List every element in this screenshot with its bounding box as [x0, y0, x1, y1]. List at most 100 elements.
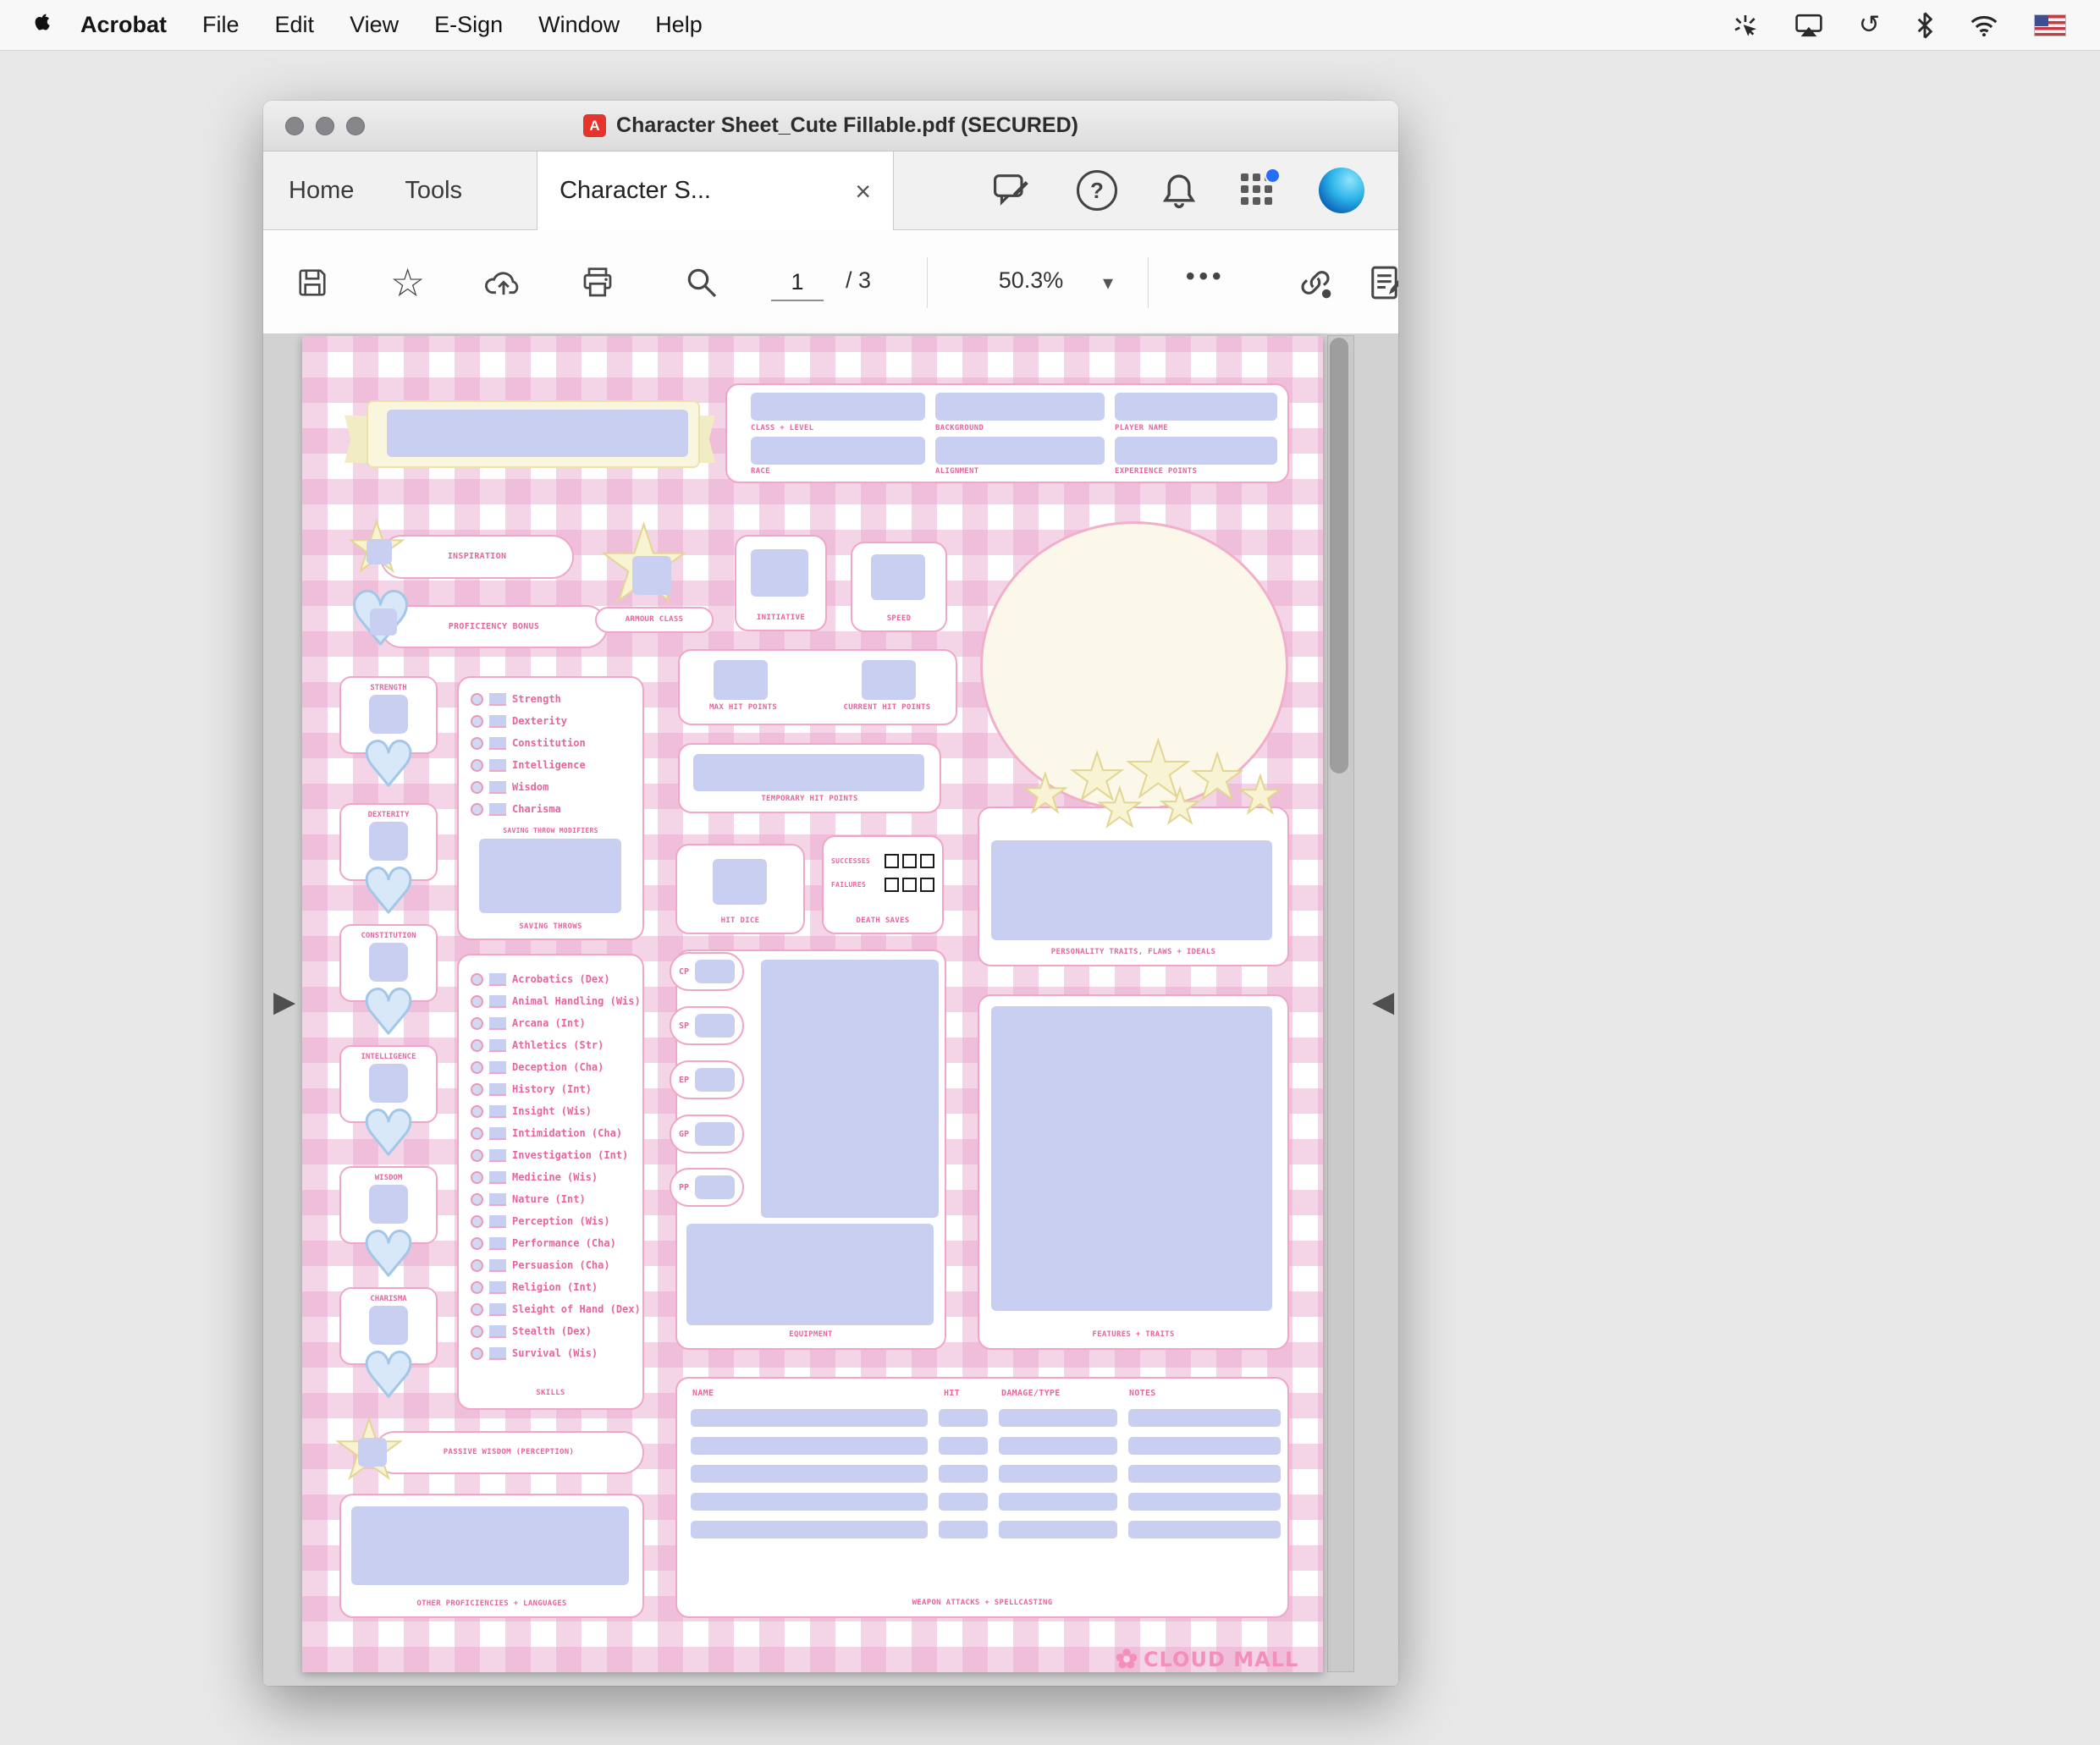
modifier-box[interactable] — [489, 1236, 506, 1250]
modifier-box[interactable] — [489, 972, 506, 986]
initiative-field[interactable] — [751, 549, 808, 597]
armour-class-field[interactable] — [632, 556, 671, 595]
skill-row[interactable]: Insight (Wis) — [471, 1100, 639, 1122]
proficiency-circle[interactable] — [471, 1346, 483, 1360]
weapon-name-field[interactable] — [691, 1437, 928, 1455]
print-icon[interactable] — [581, 267, 615, 299]
menu-view[interactable]: View — [332, 12, 416, 38]
proficiency-circle[interactable] — [471, 1324, 483, 1338]
gp-field[interactable] — [695, 1122, 735, 1146]
proficiency-circle[interactable] — [471, 780, 483, 794]
cursor-rays-icon[interactable] — [1732, 12, 1759, 39]
proficiency-circle[interactable] — [471, 1038, 483, 1052]
fill-sign-icon[interactable] — [1370, 264, 1398, 301]
search-icon[interactable] — [685, 266, 719, 300]
weapon-hit-field[interactable] — [939, 1493, 988, 1511]
skill-row[interactable]: Religion (Int) — [471, 1276, 639, 1298]
feedback-icon[interactable] — [992, 172, 1033, 209]
right-panel-toggle-icon[interactable]: ◀ — [1372, 985, 1394, 1019]
failure-checkbox[interactable] — [902, 878, 917, 892]
weapon-name-field[interactable] — [691, 1493, 928, 1511]
skill-row[interactable]: Sleight of Hand (Dex) — [471, 1298, 641, 1320]
race-field[interactable] — [751, 437, 925, 465]
apps-grid-icon[interactable] — [1241, 168, 1281, 207]
skill-row[interactable]: Stealth (Dex) — [471, 1320, 639, 1342]
character-name-field[interactable] — [387, 410, 688, 457]
airplay-icon[interactable] — [1794, 13, 1823, 38]
modifier-box[interactable] — [489, 1104, 506, 1118]
weapon-notes-field[interactable] — [1128, 1465, 1281, 1483]
tab-tools[interactable]: Tools — [379, 151, 488, 229]
minimize-window-button[interactable] — [316, 116, 334, 135]
weapon-notes-field[interactable] — [1128, 1437, 1281, 1455]
modifier-box[interactable] — [489, 714, 506, 728]
saving-throw-row[interactable]: Dexterity — [471, 710, 636, 732]
proficiency-circle[interactable] — [471, 994, 483, 1008]
proficiency-circle[interactable] — [471, 1148, 483, 1162]
help-icon[interactable]: ? — [1077, 170, 1117, 211]
left-panel-toggle-icon[interactable]: ▶ — [273, 985, 295, 1019]
skill-row[interactable]: Persuasion (Cha) — [471, 1254, 639, 1276]
class-level-field[interactable] — [751, 393, 925, 421]
weapon-hit-field[interactable] — [939, 1521, 988, 1539]
experience-points-field[interactable] — [1115, 437, 1277, 465]
wifi-icon[interactable] — [1970, 14, 1998, 36]
save-icon[interactable] — [296, 267, 328, 299]
proficiency-circle[interactable] — [471, 1016, 483, 1030]
skill-row[interactable]: Athletics (Str) — [471, 1034, 639, 1056]
weapon-name-field[interactable] — [691, 1409, 928, 1427]
success-checkbox[interactable] — [902, 854, 917, 868]
apple-menu[interactable] — [22, 12, 63, 38]
menu-acrobat[interactable]: Acrobat — [63, 12, 185, 38]
proficiency-circle[interactable] — [471, 1236, 483, 1250]
weapon-name-field[interactable] — [691, 1465, 928, 1483]
more-tools-icon[interactable]: ••• — [1186, 262, 1226, 291]
saving-throw-row[interactable]: Strength — [471, 688, 636, 710]
skill-row[interactable]: Perception (Wis) — [471, 1210, 639, 1232]
equipment-extra-field[interactable] — [686, 1224, 934, 1325]
menu-help[interactable]: Help — [637, 12, 720, 38]
modifier-box[interactable] — [489, 1126, 506, 1140]
skill-row[interactable]: Survival (Wis) — [471, 1342, 639, 1364]
close-window-button[interactable] — [285, 116, 304, 135]
share-link-icon[interactable] — [1298, 265, 1333, 300]
skill-row[interactable]: Investigation (Int) — [471, 1144, 639, 1166]
features-field[interactable] — [991, 1006, 1272, 1311]
page-number-input[interactable]: 1 — [771, 264, 824, 301]
hit-dice-field[interactable] — [713, 859, 767, 905]
tab-document[interactable]: Character S... × — [537, 151, 895, 230]
modifier-box[interactable] — [489, 1016, 506, 1030]
alignment-field[interactable] — [935, 437, 1105, 465]
us-flag-input-source-icon[interactable] — [2034, 14, 2066, 36]
modifier-box[interactable] — [489, 1302, 506, 1316]
skill-row[interactable]: Animal Handling (Wis) — [471, 990, 641, 1012]
skill-row[interactable]: Medicine (Wis) — [471, 1166, 639, 1188]
skill-row[interactable]: History (Int) — [471, 1078, 639, 1100]
modifier-box[interactable] — [489, 1280, 506, 1294]
proficiency-circle[interactable] — [471, 1214, 483, 1228]
modifier-box[interactable] — [489, 1148, 506, 1162]
proficiency-circle[interactable] — [471, 1104, 483, 1118]
proficiency-circle[interactable] — [471, 1082, 483, 1096]
weapon-notes-field[interactable] — [1128, 1521, 1281, 1539]
modifier-box[interactable] — [489, 1060, 506, 1074]
menu-esign[interactable]: E-Sign — [416, 12, 521, 38]
proficiency-circle[interactable] — [471, 972, 483, 986]
notifications-bell-icon[interactable] — [1161, 172, 1197, 209]
saving-throw-row[interactable]: Charisma — [471, 798, 636, 820]
modifier-box[interactable] — [489, 802, 506, 816]
failure-checkbox[interactable] — [885, 878, 899, 892]
skill-row[interactable]: Nature (Int) — [471, 1188, 639, 1210]
saving-throw-modifiers-field[interactable] — [479, 839, 621, 913]
scrollbar-thumb[interactable] — [1330, 338, 1348, 773]
zoom-caret-icon[interactable]: ▾ — [1103, 271, 1113, 295]
modifier-box[interactable] — [489, 1082, 506, 1096]
speed-field[interactable] — [871, 554, 925, 600]
saving-throw-row[interactable]: Intelligence — [471, 754, 636, 776]
zoom-window-button[interactable] — [346, 116, 365, 135]
modifier-box[interactable] — [489, 994, 506, 1008]
proficiency-circle[interactable] — [471, 802, 483, 816]
modifier-box[interactable] — [489, 1324, 506, 1338]
proficiency-circle[interactable] — [471, 1302, 483, 1316]
cloud-upload-icon[interactable] — [485, 267, 522, 299]
